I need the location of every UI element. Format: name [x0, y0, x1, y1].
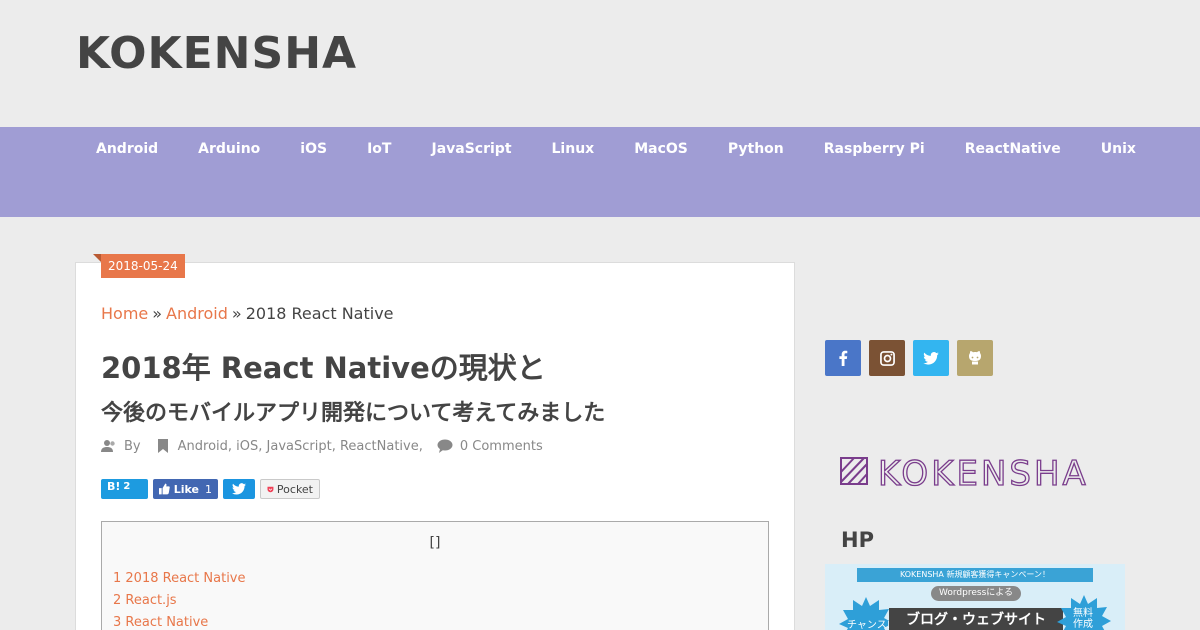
toc-item[interactable]: 3 React Native	[113, 615, 246, 630]
nav-item-python[interactable]: Python	[708, 141, 804, 157]
like-label: Like	[173, 482, 199, 496]
comment-icon	[437, 439, 453, 453]
nav-item-iot[interactable]: IoT	[347, 141, 411, 157]
nav-item-android[interactable]: Android	[76, 141, 178, 157]
author-meta: By	[101, 438, 141, 454]
github-link[interactable]	[957, 340, 993, 376]
banner-right-badge: 無料作成	[1073, 608, 1093, 630]
toc-item[interactable]: 2 React.js	[113, 593, 246, 615]
users-icon	[101, 440, 115, 452]
author-by-label: By	[124, 438, 141, 454]
pocket-button[interactable]: Pocket	[260, 479, 320, 499]
category-meta: Android, iOS, JavaScript, ReactNative,	[155, 438, 423, 454]
nav-item-arduino[interactable]: Arduino	[178, 141, 280, 157]
sidebar-hp-title: HP	[841, 528, 874, 552]
twitter-share-button[interactable]	[223, 479, 255, 499]
date-badge-fold	[93, 254, 101, 262]
logo-text: KOKENSHA	[878, 454, 1089, 492]
banner-top-line: KOKENSHA 新規顧客獲得キャンペーン！	[857, 568, 1093, 582]
comments-meta: 0 Comments	[437, 438, 543, 454]
share-buttons: B! 2 Like 1 Pocket	[101, 479, 320, 499]
nav-item-raspberry-pi[interactable]: Raspberry Pi	[804, 141, 945, 157]
banner-headline: ブログ・ウェブサイト	[889, 608, 1063, 630]
post-meta: By Android, iOS, JavaScript, ReactNative…	[101, 438, 557, 454]
social-links	[825, 340, 993, 376]
twitter-icon	[232, 483, 246, 495]
category-link[interactable]: iOS	[236, 439, 258, 454]
hatena-count: 2	[123, 480, 131, 492]
hatena-label: B!	[107, 479, 121, 493]
site-title[interactable]: KOKENSHA	[76, 28, 357, 79]
category-link[interactable]: ReactNative	[340, 439, 419, 454]
toc-item[interactable]: 1 2018 React Native	[113, 571, 246, 593]
breadcrumb-current: 2018 React Native	[245, 304, 394, 323]
breadcrumb-category-link[interactable]: Android	[166, 304, 228, 323]
category-link[interactable]: Android	[178, 439, 228, 454]
nav-item-unix[interactable]: Unix	[1081, 141, 1156, 157]
instagram-icon	[879, 350, 895, 366]
facebook-like-button[interactable]: Like 1	[153, 479, 218, 499]
bookmark-icon	[157, 439, 168, 453]
breadcrumb-home-link[interactable]: Home	[101, 304, 148, 323]
toc-toggle[interactable]: []	[102, 535, 768, 551]
comments-link[interactable]: 0 Comments	[460, 439, 543, 454]
github-icon	[969, 351, 981, 365]
banner-left-badge: チャンス!	[847, 620, 891, 630]
pocket-label: Pocket	[276, 482, 313, 496]
table-of-contents: [] 1 2018 React Native 2 React.js 3 Reac…	[101, 521, 769, 630]
kokensha-logo-icon: KOKENSHA	[840, 453, 1089, 495]
category-link[interactable]: JavaScript	[267, 439, 332, 454]
facebook-icon	[839, 350, 848, 366]
breadcrumb-separator-icon: »	[231, 304, 242, 323]
like-count: 1	[205, 482, 212, 496]
nav-item-ios[interactable]: iOS	[280, 141, 347, 157]
nav-item-linux[interactable]: Linux	[532, 141, 615, 157]
breadcrumb: Home» Android» 2018 React Native	[101, 304, 394, 323]
twitter-icon	[923, 351, 939, 365]
pocket-icon	[267, 486, 274, 492]
nav-item-javascript[interactable]: JavaScript	[411, 141, 531, 157]
breadcrumb-separator-icon: »	[152, 304, 163, 323]
main-nav: Android Arduino iOS IoT JavaScript Linux…	[0, 127, 1200, 217]
campaign-banner[interactable]: KOKENSHA 新規顧客獲得キャンペーン！ Wordpressによる チャンス…	[825, 564, 1125, 630]
twitter-link[interactable]	[913, 340, 949, 376]
thumbs-up-icon	[159, 483, 170, 495]
post-date-badge: 2018-05-24	[101, 254, 185, 278]
post-title: 2018年 React Nativeの現状と	[101, 351, 546, 385]
banner-pill: Wordpressによる	[931, 586, 1021, 601]
facebook-link[interactable]	[825, 340, 861, 376]
hatena-bookmark-button[interactable]: B! 2	[101, 479, 148, 499]
instagram-link[interactable]	[869, 340, 905, 376]
nav-item-reactnative[interactable]: ReactNative	[945, 141, 1081, 157]
sidebar-logo[interactable]: KOKENSHA	[840, 452, 1112, 496]
nav-item-macos[interactable]: MacOS	[614, 141, 708, 157]
post-subtitle: 今後のモバイルアプリ開発について考えてみました	[101, 401, 606, 426]
